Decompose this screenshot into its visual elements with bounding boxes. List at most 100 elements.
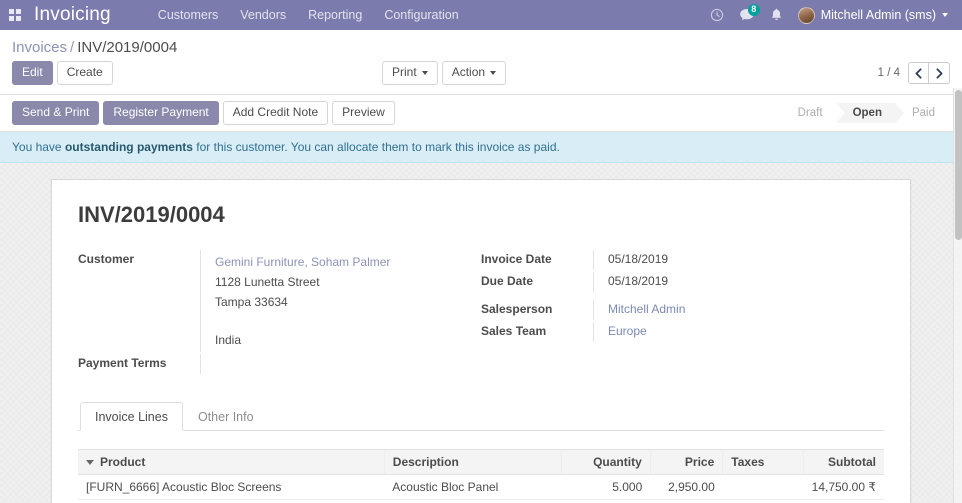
- print-dropdown-button[interactable]: Print: [382, 61, 438, 85]
- tab-invoice-lines[interactable]: Invoice Lines: [80, 402, 183, 431]
- breadcrumb: Invoices / INV/2019/0004: [12, 39, 177, 56]
- field-invoice-date: Invoice Date 05/18/2019: [481, 250, 856, 270]
- field-payment-terms: Payment Terms: [78, 354, 453, 374]
- field-salesperson: Salesperson Mitchell Admin: [481, 300, 856, 320]
- alert-text-bold: outstanding payments: [64, 140, 193, 154]
- menu-item-vendors[interactable]: Vendors: [229, 2, 297, 28]
- table-header: Product Description Quantity Price Taxes…: [78, 449, 884, 475]
- top-navbar: Invoicing Customers Vendors Reporting Co…: [0, 0, 962, 30]
- cell-subtotal: 14,750.00 ₹: [803, 474, 884, 500]
- breadcrumb-separator: /: [70, 39, 75, 56]
- cell-quantity: 5.000: [561, 474, 651, 500]
- field-label-sales-team: Sales Team: [481, 324, 547, 338]
- customer-street: 1128 Lunetta Street: [215, 275, 320, 289]
- cell-description: Acoustic Bloc Panel: [384, 474, 562, 500]
- chevron-down-icon: [942, 13, 948, 17]
- pager: 1 / 4: [878, 62, 950, 84]
- field-label-due-date: Due Date: [481, 274, 534, 288]
- edit-button[interactable]: Edit: [12, 61, 53, 85]
- table-header-row: Product Description Quantity Price Taxes…: [78, 449, 884, 475]
- sort-descending-icon: [86, 460, 94, 466]
- breadcrumb-item-current: INV/2019/0004: [77, 39, 178, 56]
- status-bar: Draft Open Paid: [780, 103, 962, 123]
- cell-price: 173.00: [650, 499, 723, 503]
- column-header-subtotal[interactable]: Subtotal: [803, 449, 884, 475]
- control-panel-buttons-row: Edit Create Print Action 1 / 4: [12, 58, 950, 94]
- tab-other-info[interactable]: Other Info: [183, 402, 269, 431]
- address-spacer: [215, 312, 453, 330]
- field-value-due-date[interactable]: 05/18/2019: [593, 272, 856, 292]
- chevron-right-icon: [935, 67, 942, 79]
- table-row[interactable]: [FURN_6666] Acoustic Bloc Screens Acoust…: [78, 474, 884, 500]
- scrollbar-thumb[interactable]: [955, 90, 962, 240]
- action-label: Action: [451, 65, 486, 79]
- field-label-salesperson: Salesperson: [481, 302, 553, 316]
- notebook-tabs: Invoice Lines Other Info: [78, 402, 884, 431]
- pager-next-button[interactable]: [929, 62, 950, 84]
- field-customer: Customer Gemini Furniture, Soham Palmer …: [78, 250, 453, 352]
- invoice-info-group: Invoice Date 05/18/2019 Due Date 05/18/2…: [481, 250, 884, 376]
- main-menu: Customers Vendors Reporting Configuratio…: [147, 2, 470, 28]
- vertical-scrollbar[interactable]: [953, 88, 962, 503]
- outstanding-payments-alert: You have outstanding payments for this c…: [0, 132, 962, 163]
- menu-item-customers[interactable]: Customers: [147, 2, 229, 28]
- avatar: [797, 6, 815, 24]
- table-body: [FURN_6666] Acoustic Bloc Screens Acoust…: [78, 474, 884, 503]
- column-header-price[interactable]: Price: [650, 449, 724, 475]
- form-body: INV/2019/0004 Customer Gemini Furniture,…: [0, 163, 962, 503]
- status-arrow: [835, 103, 845, 123]
- register-payment-button[interactable]: Register Payment: [103, 101, 219, 125]
- send-and-print-button[interactable]: Send & Print: [12, 101, 100, 125]
- chat-bubble-icon[interactable]: 8: [732, 0, 762, 30]
- field-value-invoice-date[interactable]: 05/18/2019: [593, 250, 856, 270]
- control-panel-dropdowns: Print Action: [382, 61, 507, 85]
- create-button[interactable]: Create: [56, 61, 113, 85]
- field-label-customer: Customer: [78, 252, 135, 266]
- status-label: Paid: [911, 107, 935, 119]
- field-groups: Customer Gemini Furniture, Soham Palmer …: [78, 250, 884, 376]
- cell-description: Three-Seat Sofa: [384, 499, 562, 503]
- app-brand-name[interactable]: Invoicing: [30, 4, 119, 26]
- field-value-sales-team[interactable]: Europe: [593, 322, 856, 342]
- chevron-left-icon: [915, 67, 922, 79]
- invoice-sheet: INV/2019/0004 Customer Gemini Furniture,…: [51, 179, 911, 503]
- field-due-date: Due Date 05/18/2019: [481, 272, 856, 292]
- add-credit-note-button[interactable]: Add Credit Note: [222, 101, 329, 125]
- field-value-salesperson[interactable]: Mitchell Admin: [593, 300, 856, 320]
- activity-bell-icon[interactable]: [762, 0, 792, 30]
- breadcrumb-row: Invoices / INV/2019/0004: [12, 30, 950, 58]
- invoice-lines-table: Product Description Quantity Price Taxes…: [78, 449, 884, 503]
- preview-button[interactable]: Preview: [332, 101, 395, 125]
- user-menu[interactable]: Mitchell Admin (sms): [792, 6, 956, 24]
- field-label-payment-terms: Payment Terms: [78, 356, 167, 370]
- navbar-right-tools: 8 Mitchell Admin (sms): [702, 0, 956, 30]
- page-title: INV/2019/0004: [78, 202, 225, 227]
- menu-item-configuration[interactable]: Configuration: [373, 2, 469, 28]
- column-header-product[interactable]: Product: [78, 449, 385, 475]
- cell-product: [FURN_6666] Acoustic Bloc Screens: [78, 474, 385, 500]
- customer-city: Tampa 33634: [215, 295, 288, 309]
- table-row[interactable]: [FURN_8999] Three-Seat Sofa Three-Seat S…: [78, 499, 884, 503]
- pager-previous-button[interactable]: [908, 62, 929, 84]
- column-header-description[interactable]: Description: [384, 449, 563, 475]
- customer-name-link[interactable]: Gemini Furniture, Soham Palmer: [215, 252, 453, 272]
- alert-text-after: for this customer. You can allocate them…: [192, 140, 560, 154]
- cell-subtotal: 173.00 ₹: [803, 499, 884, 503]
- field-value-payment-terms[interactable]: [200, 354, 453, 374]
- action-dropdown-button[interactable]: Action: [441, 61, 507, 85]
- column-header-quantity[interactable]: Quantity: [561, 449, 651, 475]
- field-value-customer: Gemini Furniture, Soham Palmer 1128 Lune…: [200, 250, 453, 352]
- status-badge-draft[interactable]: Draft: [780, 103, 845, 123]
- breadcrumb-item-invoices[interactable]: Invoices: [12, 39, 67, 56]
- pager-count: 1 / 4: [877, 67, 900, 79]
- apps-menu-button[interactable]: [0, 0, 30, 30]
- chevron-down-icon: [490, 70, 497, 75]
- field-sales-team: Sales Team Europe: [481, 322, 856, 342]
- cell-price: 2,950.00: [650, 474, 723, 500]
- control-panel: Invoices / INV/2019/0004 Edit Create Print…: [0, 30, 962, 95]
- application-window: Invoicing Customers Vendors Reporting Co…: [0, 0, 962, 503]
- field-label-invoice-date: Invoice Date: [481, 252, 552, 266]
- clock-icon[interactable]: [702, 0, 732, 30]
- menu-item-reporting[interactable]: Reporting: [297, 2, 373, 28]
- column-header-taxes[interactable]: Taxes: [722, 449, 804, 475]
